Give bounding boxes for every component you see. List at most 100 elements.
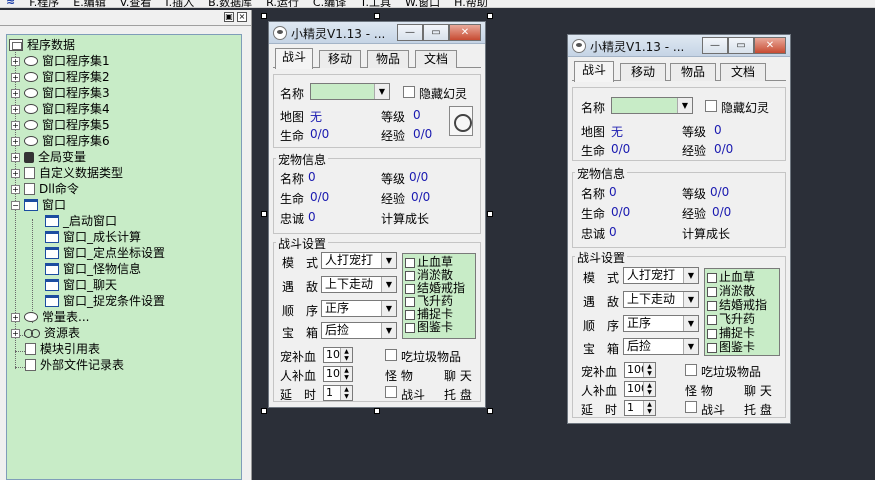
expand-icon[interactable]: + — [11, 88, 20, 98]
item-checkbox[interactable] — [405, 322, 415, 333]
items-listbox[interactable]: 止血草 消淤散 结婚戒指 飞升药 捕捉卡 图鉴卡 — [402, 253, 476, 339]
list-item[interactable]: 捕捉卡 — [707, 327, 755, 340]
hide-checkbox[interactable] — [705, 100, 717, 112]
tree-item[interactable]: 模块引用表 — [25, 341, 100, 357]
tray-label[interactable]: 托 盘 — [744, 401, 772, 418]
tab-battle[interactable]: 战斗 — [275, 48, 313, 69]
item-checkbox[interactable] — [707, 314, 717, 325]
spin-arrows-icon[interactable]: ▲ ▼ — [340, 348, 352, 362]
tab-move[interactable]: 移动 — [319, 50, 361, 68]
tree-item[interactable]: + 窗口程序集5 — [11, 117, 110, 133]
resize-handle[interactable] — [487, 408, 493, 414]
tree-item[interactable]: + 资源表 — [11, 325, 80, 341]
item-checkbox[interactable] — [707, 272, 717, 283]
spin-arrows-icon[interactable]: ▲ ▼ — [643, 382, 655, 396]
spin-arrows-icon[interactable]: ▲ ▼ — [340, 386, 352, 400]
menu-help[interactable]: H.帮助 — [454, 0, 488, 7]
expand-icon[interactable]: + — [11, 312, 20, 322]
tree-item[interactable]: 外部文件记录表 — [25, 357, 124, 373]
delay-stepper[interactable]: 1 ▲ ▼ — [624, 400, 656, 416]
expand-icon[interactable]: + — [11, 104, 20, 114]
order-combo[interactable]: 正序 ▼ — [623, 315, 699, 332]
resize-handle[interactable] — [374, 13, 380, 19]
menu-window[interactable]: W.窗口 — [405, 0, 440, 7]
pet-heal-stepper[interactable]: 100 ▲ ▼ — [624, 362, 656, 378]
list-item[interactable]: 图鉴卡 — [405, 321, 453, 334]
preview-window[interactable]: 小精灵V1.13 - ... — ▭ ✕ 战斗 移动 物品 文档 名称 ▼ 隐藏… — [567, 34, 791, 424]
tree-item[interactable]: 窗口_定点坐标设置 — [45, 245, 165, 261]
tab-battle[interactable]: 战斗 — [574, 61, 614, 82]
list-item[interactable]: 图鉴卡 — [707, 341, 755, 354]
items-listbox[interactable]: 止血草 消淤散 结婚戒指 飞升药 捕捉卡 图鉴卡 — [704, 268, 780, 356]
item-checkbox[interactable] — [405, 257, 415, 268]
expand-icon[interactable]: + — [11, 56, 20, 66]
menu-view[interactable]: V.查看 — [120, 0, 152, 7]
list-item[interactable]: 止血草 — [707, 271, 755, 284]
tree-item[interactable]: + 窗口程序集4 — [11, 101, 110, 117]
human-heal-stepper[interactable]: 100 ▲ ▼ — [323, 366, 353, 382]
menu-database[interactable]: B.数据库 — [208, 0, 252, 7]
encounter-combo[interactable]: 上下走动 ▼ — [321, 276, 397, 293]
expand-icon[interactable]: + — [11, 152, 20, 162]
item-checkbox[interactable] — [405, 309, 415, 320]
tab-items[interactable]: 物品 — [367, 50, 409, 68]
panel-pin-button[interactable]: ▣ — [224, 12, 234, 22]
expand-icon[interactable]: + — [11, 168, 20, 178]
tree-item[interactable]: + 窗口程序集2 — [11, 69, 110, 85]
tree-item[interactable]: + 全局变量 — [11, 149, 86, 165]
name-combo[interactable]: ▼ — [310, 83, 390, 100]
growth-label[interactable]: 计算成长 — [682, 225, 730, 242]
human-heal-stepper[interactable]: 100 ▲ ▼ — [624, 381, 656, 397]
monster-label[interactable]: 怪 物 — [385, 367, 413, 384]
item-checkbox[interactable] — [405, 296, 415, 307]
item-checkbox[interactable] — [405, 270, 415, 281]
expand-icon[interactable]: + — [11, 136, 20, 146]
expand-icon[interactable]: + — [11, 72, 20, 82]
chat-label[interactable]: 聊 天 — [444, 367, 472, 384]
resize-handle[interactable] — [487, 211, 493, 217]
menu-compile[interactable]: C.编译 — [313, 0, 346, 7]
spin-arrows-icon[interactable]: ▲ ▼ — [340, 367, 352, 381]
resize-handle[interactable] — [261, 408, 267, 414]
battle-checkbox[interactable] — [685, 401, 697, 413]
resize-handle[interactable] — [487, 13, 493, 19]
battle-checkbox[interactable] — [385, 386, 397, 398]
tree-item[interactable]: 窗口_成长计算 — [45, 229, 141, 245]
resize-handle[interactable] — [261, 211, 267, 217]
tree-item[interactable]: + 窗口程序集1 — [11, 53, 110, 69]
spin-arrows-icon[interactable]: ▲ ▼ — [643, 401, 655, 415]
tab-docs[interactable]: 文档 — [415, 50, 457, 68]
hide-checkbox[interactable] — [403, 86, 415, 98]
item-checkbox[interactable] — [707, 342, 717, 353]
pet-heal-stepper[interactable]: 100 ▲ ▼ — [323, 347, 353, 363]
item-checkbox[interactable] — [405, 283, 415, 294]
menu-insert[interactable]: I.插入 — [165, 0, 194, 7]
design-window[interactable]: 小精灵V1.13 - ... — ▭ ✕ 战斗 移动 物品 文档 名称 ▼ 隐藏… — [268, 21, 486, 408]
tree-item[interactable]: + 窗口程序集6 — [11, 133, 110, 149]
list-item[interactable]: 消淤散 — [707, 285, 755, 298]
tray-label[interactable]: 托 盘 — [444, 386, 472, 403]
delay-stepper[interactable]: 1 ▲ ▼ — [323, 385, 353, 401]
close-button[interactable]: ✕ — [449, 24, 481, 41]
mode-combo[interactable]: 人打宠打 ▼ — [321, 252, 397, 269]
menu-tools[interactable]: T.工具 — [360, 0, 391, 7]
tree-item[interactable]: + Dll命令 — [11, 181, 79, 197]
tree-item[interactable]: + 常量表... — [11, 309, 89, 325]
growth-label[interactable]: 计算成长 — [381, 210, 429, 227]
order-combo[interactable]: 正序 ▼ — [321, 300, 397, 317]
tree-root[interactable]: 程序数据 — [9, 37, 75, 53]
tree-item[interactable]: 窗口_捉宠条件设置 — [45, 293, 165, 309]
tree-item-window[interactable]: − 窗口 — [11, 197, 66, 213]
minimize-button[interactable]: — — [702, 37, 728, 54]
tab-docs[interactable]: 文档 — [720, 63, 766, 81]
menu-program[interactable]: F.程序 — [29, 0, 59, 7]
tab-items[interactable]: 物品 — [670, 63, 716, 81]
item-checkbox[interactable] — [707, 300, 717, 311]
expand-icon[interactable]: + — [11, 120, 20, 130]
menu-edit[interactable]: E.编辑 — [73, 0, 105, 7]
eat-junk-checkbox[interactable] — [685, 364, 697, 376]
maximize-button[interactable]: ▭ — [423, 24, 449, 41]
chest-combo[interactable]: 后捡 ▼ — [623, 338, 699, 355]
encounter-combo[interactable]: 上下走动 ▼ — [623, 291, 699, 308]
close-button[interactable]: ✕ — [754, 37, 786, 54]
